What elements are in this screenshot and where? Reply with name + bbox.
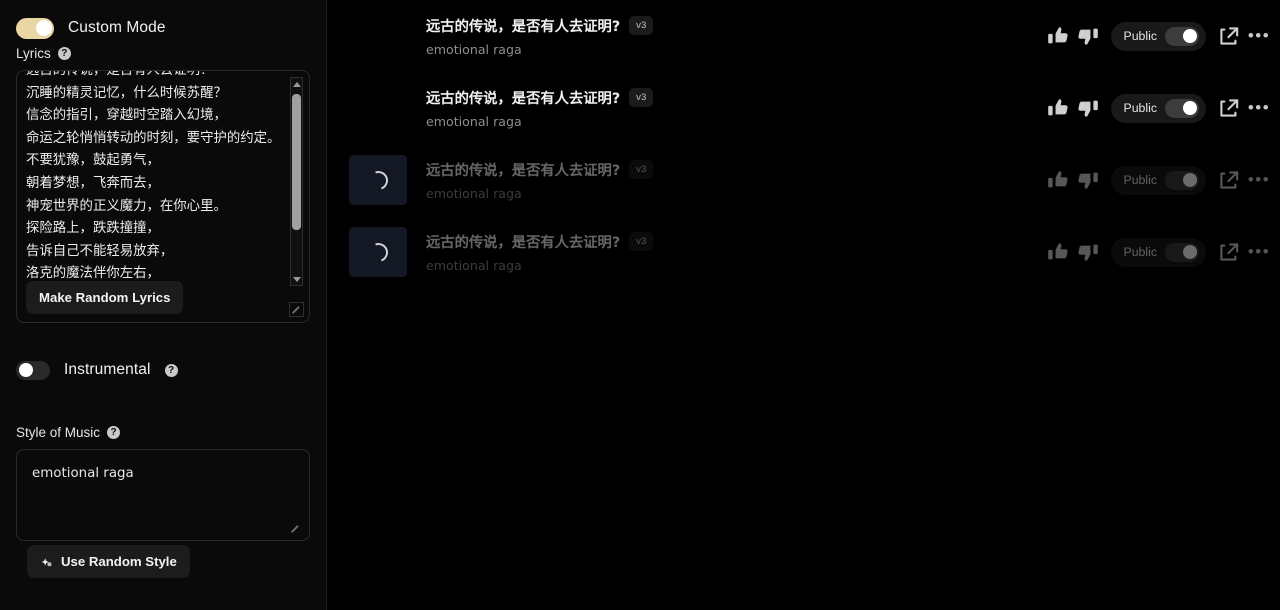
song-style: emotional raga bbox=[426, 186, 522, 201]
style-resize-grip[interactable] bbox=[289, 520, 304, 535]
visibility-label: Public bbox=[1123, 29, 1158, 43]
song-row[interactable]: 远古的传说，是否有人去证明? v3 emotional raga Public ••• bbox=[349, 72, 1280, 144]
scroll-up-arrow-icon[interactable] bbox=[291, 78, 302, 90]
song-style: emotional raga bbox=[426, 114, 522, 129]
song-row[interactable]: 远古的传说，是否有人去证明? v3 emotional raga Public ••• bbox=[349, 0, 1280, 72]
create-sidebar: Custom Mode Lyrics ? 远古的传说，是否有人去证明？ 沉睡的精… bbox=[0, 0, 327, 610]
more-options-icon[interactable]: ••• bbox=[1244, 166, 1274, 194]
instrumental-toggle[interactable] bbox=[16, 360, 50, 380]
version-badge[interactable]: v3 bbox=[629, 16, 654, 35]
instrumental-row: Instrumental ? bbox=[16, 342, 310, 388]
style-of-music-label: Style of Music bbox=[16, 425, 101, 440]
loading-spinner-icon bbox=[365, 167, 391, 193]
version-badge[interactable]: v3 bbox=[629, 232, 654, 251]
version-badge[interactable]: v3 bbox=[629, 88, 654, 107]
custom-mode-toggle[interactable] bbox=[16, 17, 54, 39]
make-random-lyrics-wrap: Make Random Lyrics bbox=[26, 281, 184, 314]
song-row[interactable]: 远古的传说，是否有人去证明? v3 emotional raga Public ••• bbox=[349, 216, 1280, 288]
lyrics-resize-grip[interactable] bbox=[289, 302, 304, 317]
toggle-knob bbox=[1182, 173, 1197, 187]
style-of-music-value[interactable]: emotional raga bbox=[32, 464, 279, 483]
style-label-row: Style of Music ? bbox=[16, 425, 310, 440]
song-thumbnail[interactable] bbox=[349, 155, 407, 205]
visibility-label: Public bbox=[1123, 101, 1158, 115]
song-title[interactable]: 远古的传说，是否有人去证明? bbox=[426, 87, 620, 108]
use-random-style-label: Use Random Style bbox=[61, 554, 177, 569]
visibility-switch[interactable] bbox=[1165, 26, 1199, 46]
visibility-label: Public bbox=[1123, 245, 1158, 259]
song-metadata: 远古的传说，是否有人去证明? v3 emotional raga bbox=[417, 159, 1043, 201]
visibility-toggle[interactable]: Public bbox=[1110, 237, 1206, 267]
song-title[interactable]: 远古的传说，是否有人去证明? bbox=[426, 231, 620, 252]
thumbs-down-icon[interactable] bbox=[1073, 238, 1103, 266]
visibility-label: Public bbox=[1123, 173, 1158, 187]
visibility-switch[interactable] bbox=[1165, 98, 1199, 118]
thumbs-up-icon[interactable] bbox=[1043, 166, 1073, 194]
more-options-icon[interactable]: ••• bbox=[1244, 94, 1274, 122]
lyrics-scrollbar[interactable] bbox=[290, 77, 303, 286]
visibility-toggle[interactable]: Public bbox=[1110, 21, 1206, 51]
thumbs-up-icon[interactable] bbox=[1043, 22, 1073, 50]
make-random-lyrics-button[interactable]: Make Random Lyrics bbox=[26, 281, 184, 314]
visibility-switch[interactable] bbox=[1165, 170, 1199, 190]
more-options-icon[interactable]: ••• bbox=[1244, 22, 1274, 50]
scroll-down-arrow-icon[interactable] bbox=[291, 273, 302, 285]
use-random-style-button[interactable]: Use Random Style bbox=[27, 545, 190, 578]
thumbs-up-icon[interactable] bbox=[1043, 94, 1073, 122]
toggle-knob bbox=[18, 363, 33, 377]
custom-mode-label: Custom Mode bbox=[68, 19, 166, 36]
song-actions: Public ••• bbox=[1043, 21, 1275, 51]
song-title[interactable]: 远古的传说，是否有人去证明? bbox=[426, 159, 620, 180]
question-mark-icon[interactable]: ? bbox=[57, 47, 71, 60]
instrumental-label: Instrumental bbox=[64, 361, 151, 378]
share-icon[interactable] bbox=[1214, 238, 1244, 266]
lyrics-textarea-card[interactable]: 远古的传说，是否有人去证明？ 沉睡的精灵记忆，什么时候苏醒？ 信念的指引，穿越时… bbox=[16, 70, 310, 323]
toggle-knob bbox=[1182, 101, 1197, 115]
lyrics-scroll-area[interactable]: 远古的传说，是否有人去证明？ 沉睡的精灵记忆，什么时候苏醒？ 信念的指引，穿越时… bbox=[26, 71, 281, 280]
visibility-switch[interactable] bbox=[1165, 242, 1199, 262]
make-random-lyrics-label: Make Random Lyrics bbox=[39, 290, 171, 305]
custom-mode-row: Custom Mode bbox=[16, 0, 310, 46]
dice-sparkle-icon bbox=[40, 555, 53, 568]
scrollbar-thumb[interactable] bbox=[292, 94, 301, 230]
thumbs-down-icon[interactable] bbox=[1073, 166, 1103, 194]
loading-spinner-icon bbox=[365, 239, 391, 265]
visibility-toggle[interactable]: Public bbox=[1110, 93, 1206, 123]
visibility-toggle[interactable]: Public bbox=[1110, 165, 1206, 195]
song-thumbnail[interactable] bbox=[349, 227, 407, 277]
song-actions: Public ••• bbox=[1043, 93, 1275, 123]
toggle-knob bbox=[35, 20, 52, 36]
share-icon[interactable] bbox=[1214, 22, 1244, 50]
song-row[interactable]: 远古的传说，是否有人去证明? v3 emotional raga Public ••• bbox=[349, 144, 1280, 216]
question-mark-icon[interactable]: ? bbox=[107, 426, 121, 439]
lyrics-text: 远古的传说，是否有人去证明？ 沉睡的精灵记忆，什么时候苏醒？ 信念的指引，穿越时… bbox=[26, 71, 281, 280]
thumbs-down-icon[interactable] bbox=[1073, 22, 1103, 50]
app-root: Custom Mode Lyrics ? 远古的传说，是否有人去证明？ 沉睡的精… bbox=[0, 0, 1280, 610]
lyrics-label-row: Lyrics ? bbox=[16, 46, 310, 61]
more-options-icon[interactable]: ••• bbox=[1244, 238, 1274, 266]
song-metadata: 远古的传说，是否有人去证明? v3 emotional raga bbox=[417, 231, 1043, 273]
toggle-knob bbox=[1182, 29, 1197, 43]
song-actions: Public ••• bbox=[1043, 237, 1275, 267]
thumbs-up-icon[interactable] bbox=[1043, 238, 1073, 266]
song-actions: Public ••• bbox=[1043, 165, 1275, 195]
song-title[interactable]: 远古的传说，是否有人去证明? bbox=[426, 15, 620, 36]
toggle-knob bbox=[1182, 245, 1197, 259]
song-list-panel: 远古的传说，是否有人去证明? v3 emotional raga Public ••• 远… bbox=[327, 0, 1280, 610]
song-metadata: 远古的传说，是否有人去证明? v3 emotional raga bbox=[417, 15, 1043, 57]
share-icon[interactable] bbox=[1214, 166, 1244, 194]
song-metadata: 远古的传说，是否有人去证明? v3 emotional raga bbox=[417, 87, 1043, 129]
style-of-music-card[interactable]: emotional raga bbox=[16, 449, 310, 541]
use-random-style-wrap: Use Random Style bbox=[27, 545, 190, 578]
song-style: emotional raga bbox=[426, 42, 522, 57]
song-style: emotional raga bbox=[426, 258, 522, 273]
thumbs-down-icon[interactable] bbox=[1073, 94, 1103, 122]
lyrics-label: Lyrics bbox=[16, 46, 51, 61]
question-mark-icon[interactable]: ? bbox=[164, 363, 178, 377]
share-icon[interactable] bbox=[1214, 94, 1244, 122]
version-badge[interactable]: v3 bbox=[629, 160, 654, 179]
